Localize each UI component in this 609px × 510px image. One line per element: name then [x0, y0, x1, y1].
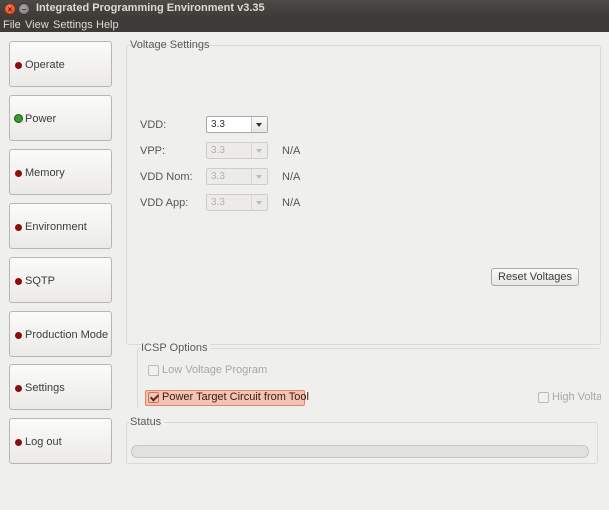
vdd-app-label: VDD App: [140, 197, 189, 209]
vdd-nom-value: 3.3 [211, 171, 225, 182]
chevron-down-icon [251, 143, 267, 158]
voltage-settings-group [126, 45, 601, 345]
chevron-down-icon [251, 195, 267, 210]
status-led-icon [15, 170, 22, 177]
vdd-app-value: 3.3 [211, 197, 225, 208]
status-led-icon [14, 114, 23, 123]
sidebar-item-memory[interactable]: Memory [9, 149, 112, 195]
status-led-icon [15, 439, 22, 446]
status-progress-bar [131, 445, 589, 458]
high-voltage-label: High Voltag [552, 391, 601, 403]
menu-help[interactable]: Help [96, 18, 119, 32]
minimize-button[interactable]: – [18, 3, 30, 15]
high-voltage-checkbox[interactable] [538, 392, 549, 403]
chevron-down-icon [251, 169, 267, 184]
status-title: Status [130, 416, 165, 428]
status-led-icon [15, 332, 22, 339]
vpp-value: 3.3 [211, 145, 225, 156]
close-button[interactable]: × [4, 3, 16, 15]
vdd-select[interactable]: 3.3 [206, 116, 268, 133]
vpp-select: 3.3 [206, 142, 268, 159]
icsp-options-title: ICSP Options [141, 342, 211, 354]
voltage-settings-title: Voltage Settings [130, 39, 210, 51]
menu-bar: File View Settings Help [0, 18, 609, 32]
window-title: Integrated Programming Environment v3.35 [36, 2, 265, 14]
sidebar-item-label: Settings [25, 382, 65, 394]
vdd-nom-na-note: N/A [282, 171, 301, 183]
sidebar-item-label: Operate [25, 59, 65, 71]
chevron-down-icon[interactable] [251, 117, 267, 132]
power-target-label[interactable]: Power Target Circuit from Tool [162, 391, 309, 403]
sidebar-item-operate[interactable]: Operate [9, 41, 112, 87]
vdd-nom-label: VDD Nom: [140, 171, 193, 183]
sidebar-item-environment[interactable]: Environment [9, 203, 112, 249]
sidebar-item-label: Power [25, 113, 57, 125]
status-led-icon [15, 278, 22, 285]
vdd-label: VDD: [140, 119, 167, 131]
low-voltage-label: Low Voltage Program [162, 364, 268, 376]
sidebar-item-production-mode[interactable]: Production Mode [9, 311, 112, 357]
sidebar-item-label: Log out [25, 436, 62, 448]
power-target-checkbox[interactable] [148, 392, 159, 403]
vpp-label: VPP: [140, 145, 166, 157]
sidebar-item-log-out[interactable]: Log out [9, 418, 112, 464]
title-bar: × – Integrated Programming Environment v… [0, 0, 609, 18]
status-led-icon [15, 385, 22, 392]
sidebar-item-label: Production Mode [25, 329, 109, 341]
menu-settings[interactable]: Settings [53, 18, 93, 32]
sidebar-item-power[interactable]: Power [9, 95, 112, 141]
status-led-icon [15, 62, 22, 69]
menu-view[interactable]: View [25, 18, 49, 32]
status-led-icon [15, 224, 22, 231]
vdd-nom-select: 3.3 [206, 168, 268, 185]
vdd-value: 3.3 [211, 119, 225, 130]
menu-file[interactable]: File [3, 18, 21, 32]
sidebar-item-sqtp[interactable]: SQTP [9, 257, 112, 303]
sidebar-item-label: Environment [25, 221, 87, 233]
vdd-app-na-note: N/A [282, 197, 301, 209]
sidebar-item-settings[interactable]: Settings [9, 364, 112, 410]
low-voltage-checkbox[interactable] [148, 365, 159, 376]
vpp-na-note: N/A [282, 145, 301, 157]
vdd-app-select: 3.3 [206, 194, 268, 211]
sidebar-item-label: SQTP [25, 275, 55, 287]
reset-voltages-button[interactable]: Reset Voltages [491, 268, 579, 286]
sidebar-item-label: Memory [25, 167, 65, 179]
